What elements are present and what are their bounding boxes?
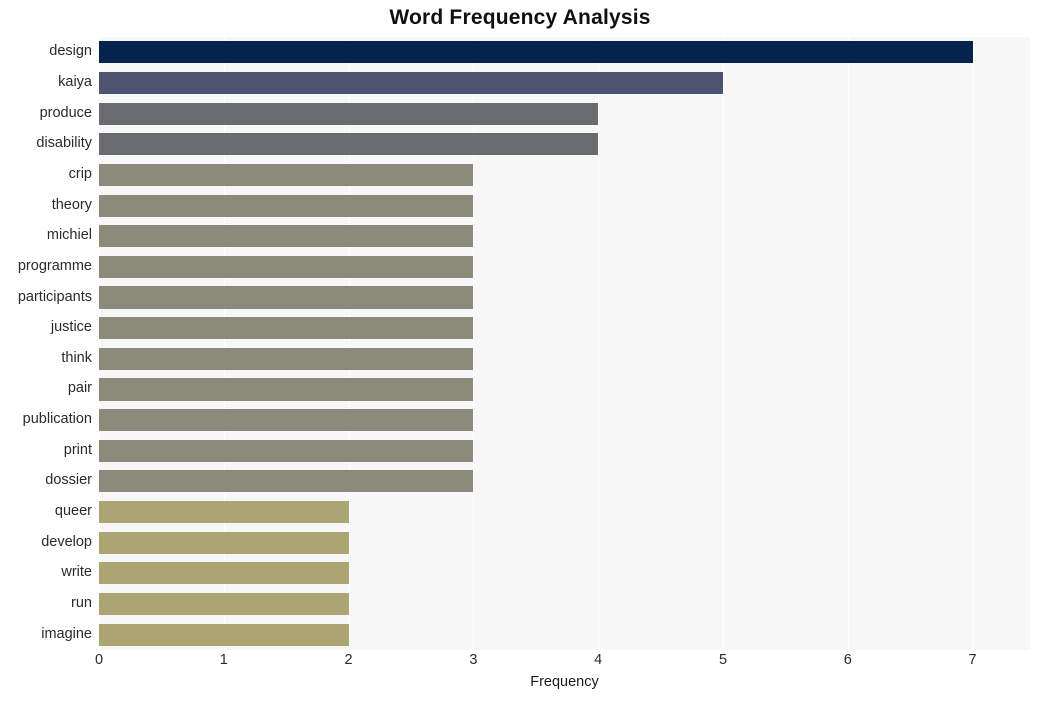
bar-row <box>99 41 1030 64</box>
chart-title: Word Frequency Analysis <box>389 6 651 29</box>
bar-produce <box>99 102 599 125</box>
y-tick-label-programme: programme <box>17 257 92 274</box>
y-tick-label-design: design <box>49 43 92 60</box>
y-tick-label-imagine: imagine <box>41 625 92 642</box>
y-tick-label-theory: theory <box>51 196 92 213</box>
x-tick-label-7: 7 <box>968 652 977 668</box>
bar-row <box>99 592 1030 616</box>
gridline-x-1 <box>223 37 225 650</box>
bar-think <box>99 347 474 370</box>
bar-row <box>99 501 1030 524</box>
bar-design <box>99 41 973 64</box>
bar-develop <box>99 531 349 554</box>
bar-row <box>99 163 1030 186</box>
bar-row <box>99 409 1030 432</box>
plot-area <box>99 37 1030 650</box>
bar-row <box>99 347 1030 370</box>
y-tick-label-produce: produce <box>39 104 92 121</box>
bar-justice <box>99 317 474 340</box>
bar-row <box>99 225 1030 248</box>
y-tick-label-print: print <box>63 441 92 458</box>
y-tick-label-write: write <box>61 564 92 581</box>
bar-row <box>99 470 1030 493</box>
bar-row <box>99 317 1030 340</box>
x-axis-label: Frequency <box>530 674 599 690</box>
bar-publication <box>99 409 474 432</box>
y-axis-tick-labels: design kaiya produce disability crip theory mi… <box>0 37 92 650</box>
bar-row <box>99 133 1030 156</box>
bar-disability <box>99 133 599 156</box>
bar-michiel <box>99 225 474 248</box>
bar-pair <box>99 378 474 401</box>
bar-print <box>99 439 474 462</box>
bar-row <box>99 562 1030 585</box>
y-tick-label-disability: disability <box>36 135 92 152</box>
bar-row <box>99 102 1030 125</box>
bar-write <box>99 562 349 585</box>
x-tick-label-4: 4 <box>594 652 603 668</box>
y-tick-label-michiel: michiel <box>46 227 92 244</box>
y-tick-label-develop: develop <box>41 533 92 550</box>
y-tick-label-justice: justice <box>50 319 92 336</box>
gridline-x-5 <box>722 37 724 650</box>
bar-row <box>99 286 1030 309</box>
bar-dossier <box>99 470 474 493</box>
x-tick-label-1: 1 <box>219 652 228 668</box>
y-tick-label-dossier: dossier <box>45 472 92 489</box>
bar-row <box>99 71 1030 94</box>
y-tick-label-pair: pair <box>67 380 92 397</box>
x-tick-label-2: 2 <box>344 652 353 668</box>
x-tick-label-0: 0 <box>94 652 104 668</box>
bar-theory <box>99 194 474 217</box>
y-tick-label-publication: publication <box>22 411 92 428</box>
bar-kaiya <box>99 71 723 94</box>
bar-run <box>99 592 349 616</box>
bar-row <box>99 194 1030 217</box>
chart-figure: Word Frequency Analysis design kaiya produ… <box>0 0 1040 701</box>
gridline-x-3 <box>473 37 475 650</box>
y-tick-label-queer: queer <box>54 503 92 520</box>
bar-crip <box>99 163 474 186</box>
gridline-x-6 <box>847 37 849 650</box>
gridline-x-2 <box>348 37 350 650</box>
bar-row <box>99 439 1030 462</box>
y-tick-label-kaiya: kaiya <box>58 73 92 90</box>
y-tick-label-run: run <box>71 595 92 612</box>
x-tick-label-5: 5 <box>718 652 728 668</box>
bar-queer <box>99 501 349 524</box>
bar-participants <box>99 286 474 309</box>
gridline-x-0 <box>99 37 100 650</box>
gridline-x-7 <box>972 37 974 650</box>
bar-programme <box>99 255 474 278</box>
bar-row <box>99 623 1030 646</box>
bar-imagine <box>99 623 349 646</box>
y-tick-label-think: think <box>61 349 92 366</box>
bar-row <box>99 378 1030 401</box>
x-tick-label-6: 6 <box>843 652 852 668</box>
y-tick-label-crip: crip <box>68 165 92 182</box>
y-tick-label-participants: participants <box>17 288 92 305</box>
bar-row <box>99 531 1030 554</box>
x-tick-label-3: 3 <box>469 652 478 668</box>
x-axis-tick-labels: 0 1 2 3 4 5 6 7 <box>95 650 1030 674</box>
gridline-x-4 <box>598 37 600 650</box>
bar-row <box>99 255 1030 278</box>
